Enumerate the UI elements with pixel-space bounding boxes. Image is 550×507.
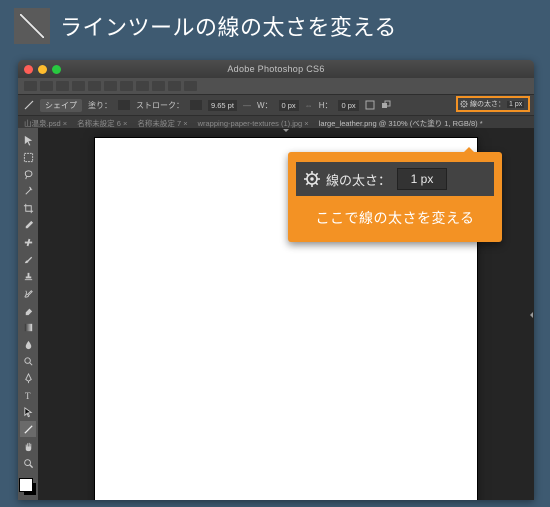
- type-tool-icon[interactable]: T: [20, 387, 36, 403]
- callout-caption: ここで線の太さを変える: [296, 208, 494, 228]
- stroke-swatch[interactable]: [190, 100, 202, 110]
- line-weight-label: 線の太さ：: [470, 99, 505, 109]
- ruler-marker-icon: [283, 129, 289, 135]
- app-title: Adobe Photoshop CS6: [18, 64, 534, 74]
- callout-label: 線の太さ：: [326, 170, 391, 189]
- height-field[interactable]: 0 px: [338, 100, 358, 111]
- tab-doc[interactable]: 名称未設定 7 ×: [137, 118, 187, 129]
- stroke-width-field[interactable]: 9.65 pt: [208, 100, 237, 111]
- eraser-tool-icon[interactable]: [20, 302, 36, 318]
- options-bar: シェイプ 塗り： ストローク： 9.65 pt — W： 0 px ⇔ H： 0…: [18, 94, 534, 116]
- heal-tool-icon[interactable]: [20, 234, 36, 250]
- line-weight-control: 線の太さ：: [296, 162, 494, 196]
- stamp-tool-icon[interactable]: [20, 268, 36, 284]
- line-shape-tool-icon[interactable]: [20, 421, 36, 437]
- crop-tool-icon[interactable]: [20, 200, 36, 216]
- stroke-label: ストローク：: [136, 100, 184, 111]
- line-weight-input[interactable]: [397, 168, 447, 190]
- svg-text:T: T: [24, 391, 30, 401]
- line-weight-field[interactable]: 1 px: [507, 101, 524, 108]
- fill-swatch[interactable]: [118, 100, 130, 110]
- history-brush-tool-icon[interactable]: [20, 285, 36, 301]
- width-label: W：: [257, 100, 273, 111]
- canvas-area: 線の太さ： ここで線の太さを変える: [40, 130, 532, 500]
- menubar: [18, 78, 534, 94]
- width-field[interactable]: 0 px: [279, 100, 299, 111]
- tab-doc-current[interactable]: large_leather.png @ 310% (べた塗り 1, RGB/8)…: [319, 118, 483, 129]
- hand-tool-icon[interactable]: [20, 438, 36, 454]
- align-icon[interactable]: [365, 100, 375, 110]
- dodge-tool-icon[interactable]: [20, 353, 36, 369]
- photoshop-window: Adobe Photoshop CS6 シェイプ 塗り： ストローク： 9.65…: [18, 60, 534, 500]
- wand-tool-icon[interactable]: [20, 183, 36, 199]
- line-tool-icon: [24, 100, 34, 110]
- height-label: H：: [319, 100, 333, 111]
- marquee-tool-icon[interactable]: [20, 149, 36, 165]
- line-tool-icon: [14, 8, 50, 44]
- ruler-marker-icon: [527, 312, 533, 318]
- brush-tool-icon[interactable]: [20, 251, 36, 267]
- color-swatches[interactable]: [19, 478, 37, 496]
- arrange-icon[interactable]: [381, 100, 391, 110]
- tab-doc[interactable]: wrapping-paper-textures (1).jpg ×: [198, 119, 309, 128]
- lasso-tool-icon[interactable]: [20, 166, 36, 182]
- page-title: ラインツールの線の太さを変える: [60, 10, 397, 42]
- gradient-tool-icon[interactable]: [20, 319, 36, 335]
- path-select-tool-icon[interactable]: [20, 404, 36, 420]
- blur-tool-icon[interactable]: [20, 336, 36, 352]
- tab-doc[interactable]: 名称未設定 6 ×: [77, 118, 127, 129]
- tab-doc[interactable]: 山温泉.psd ×: [24, 118, 67, 129]
- pen-tool-icon[interactable]: [20, 370, 36, 386]
- move-tool-icon[interactable]: [20, 132, 36, 148]
- eyedropper-tool-icon[interactable]: [20, 217, 36, 233]
- zoom-tool-icon[interactable]: [20, 455, 36, 471]
- window-titlebar: Adobe Photoshop CS6: [18, 60, 534, 78]
- callout-bubble: 線の太さ： ここで線の太さを変える: [288, 152, 502, 242]
- tools-panel: T: [18, 128, 38, 500]
- gear-icon[interactable]: [304, 171, 320, 187]
- fill-label: 塗り：: [88, 100, 112, 111]
- line-weight-highlight: 線の太さ： 1 px: [456, 96, 530, 112]
- gear-icon[interactable]: [460, 100, 468, 108]
- tool-mode-select[interactable]: シェイプ: [40, 99, 82, 112]
